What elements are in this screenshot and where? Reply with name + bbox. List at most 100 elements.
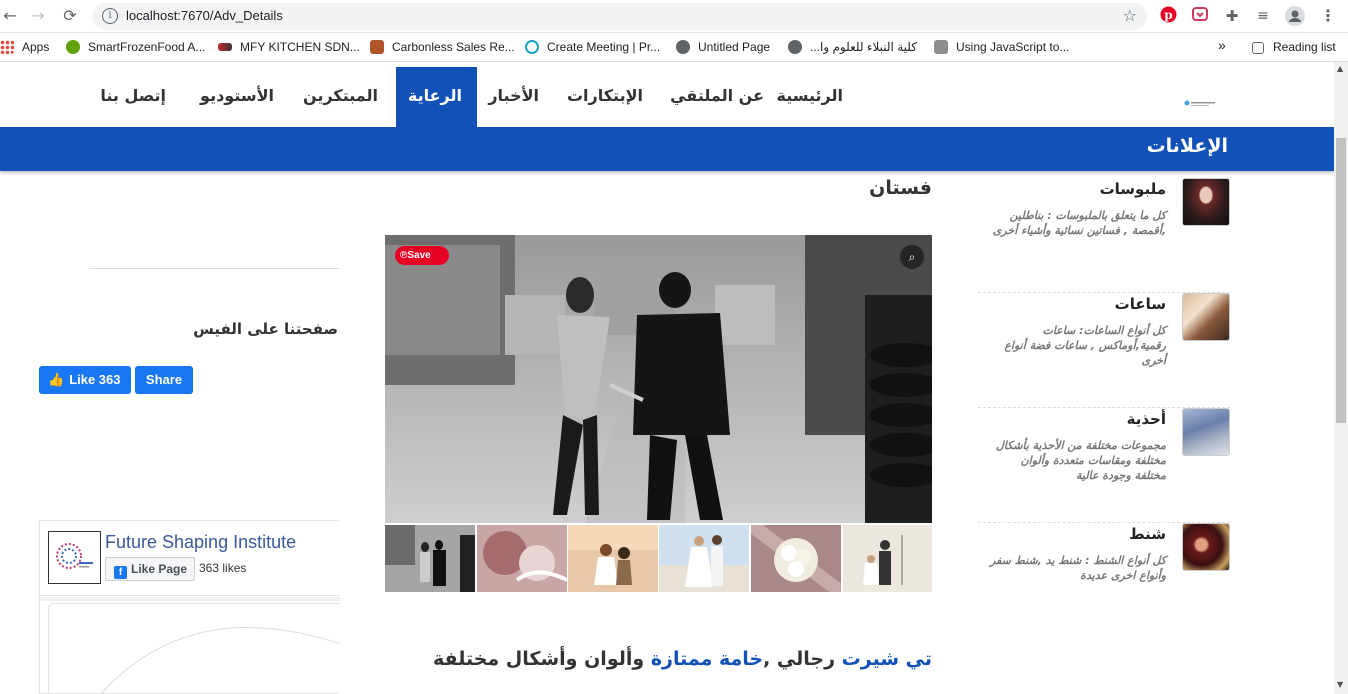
category-thumbnail[interactable] — [1182, 293, 1230, 341]
back-arrow-icon[interactable]: ← — [0, 6, 20, 26]
nav-about[interactable]: عن الملتقي — [655, 67, 779, 127]
desc-part: تي شيرت — [841, 648, 932, 670]
section-title: الإعلانات — [1146, 135, 1228, 157]
like-page-label: Like Page — [131, 562, 188, 576]
scroll-thumb[interactable] — [1336, 138, 1346, 423]
category-description: مجموعات مختلفة من الأحذية بأشكال مختلفة … — [995, 439, 1166, 482]
thumbnail-2[interactable] — [477, 525, 567, 592]
pinterest-extension-icon[interactable]: p — [1158, 6, 1178, 26]
facebook-heading: صفحتنا على الفيس — [193, 320, 338, 338]
scroll-down-icon[interactable]: ▼ — [1337, 680, 1343, 689]
globe-icon — [676, 40, 690, 54]
plugin-divider — [40, 595, 340, 601]
thumbnail-4[interactable] — [659, 525, 749, 592]
product-main-image[interactable]: ℗Save ⌕ — [385, 235, 932, 523]
nav-innovations[interactable]: الإبتكارات — [552, 67, 658, 127]
bookmark-star-icon[interactable]: ☆ — [1123, 6, 1137, 25]
nav-contact[interactable]: إتصل بنا — [85, 67, 181, 127]
page-name-link[interactable]: Future Shaping Institute — [105, 532, 296, 553]
bookmark-create-meeting[interactable]: Create Meeting | Pr... — [525, 40, 660, 54]
bookmark-smartfrozenfood[interactable]: SmartFrozenFood A... — [66, 40, 205, 54]
thumbs-up-icon: 👍 — [48, 372, 65, 387]
plugin-timeline — [48, 603, 340, 694]
category-shoes[interactable]: أحذية مجموعات مختلفة من الأحذية بأشكال م… — [978, 408, 1230, 523]
product-description: تي شيرت رجالي ,خامة ممتازة وألوان وأشكال… — [433, 648, 932, 670]
page-viewport: الرئيسية عن الملتقي الإبتكارات الأخبار ا… — [0, 62, 1334, 694]
reload-icon[interactable]: ⟳ — [60, 6, 80, 26]
forward-arrow-icon[interactable]: → — [28, 6, 48, 26]
browser-toolbar: ← → ⟳ i localhost:7670/Adv_Details ☆ p ✚… — [0, 0, 1348, 33]
bookmark-apps[interactable]: Apps — [0, 40, 49, 54]
like-page-button[interactable]: f Like Page — [105, 557, 195, 581]
bookmark-label: Create Meeting | Pr... — [547, 40, 661, 54]
bookmark-label: SmartFrozenFood A... — [88, 40, 206, 54]
extensions-puzzle-icon[interactable]: ✚ — [1222, 6, 1242, 26]
thumbnail-5[interactable] — [751, 525, 841, 592]
browser-menu-icon[interactable]: ⋮ — [1318, 6, 1338, 26]
category-description: كل أنواع الشنط : شنط يد ,شنط سفر وأنواع … — [990, 554, 1166, 582]
category-clothing[interactable]: ملبوسات كل ما يتعلق بالملبوسات : بناطلين… — [978, 178, 1230, 293]
site-navigation: الرئيسية عن الملتقي الإبتكارات الأخبار ا… — [0, 67, 1334, 127]
category-watches[interactable]: ساعات كل أنواع الساعات: ساعات رقمية,أوما… — [978, 293, 1230, 408]
bookmark-label: Carbonless Sales Re... — [392, 40, 515, 54]
site-logo[interactable] — [1184, 95, 1216, 107]
thumbnail-6[interactable] — [843, 525, 932, 592]
pinterest-save-button[interactable]: ℗Save — [395, 246, 449, 265]
bookmark-mfy-kitchen[interactable]: MFY KITCHEN SDN... — [218, 40, 360, 54]
globe-green-icon — [66, 40, 80, 54]
desc-part: خامة ممتازة — [650, 648, 764, 670]
bookmark-label: MFY KITCHEN SDN... — [240, 40, 360, 54]
nav-studio[interactable]: الأستوديو — [185, 67, 289, 127]
apps-grid-icon — [0, 40, 14, 54]
thumbnail-3[interactable] — [568, 525, 658, 592]
profile-avatar-icon[interactable] — [1285, 6, 1305, 26]
nav-sponsorship[interactable]: الرعاية — [396, 67, 477, 127]
category-description: كل ما يتعلق بالملبوسات : بناطلين ,أقمصة … — [992, 209, 1166, 237]
category-description: كل أنواع الساعات: ساعات رقمية,أوماكس , س… — [1004, 324, 1166, 367]
category-thumbnail[interactable] — [1182, 523, 1230, 571]
page-scrollbar[interactable]: ▲ ▼ — [1334, 62, 1348, 694]
mfy-logo-icon — [218, 43, 232, 51]
bookmark-label: Apps — [22, 40, 50, 54]
reading-list-button[interactable]: Reading list — [1252, 40, 1336, 54]
category-title[interactable]: أحذية — [1127, 410, 1166, 428]
desc-part: رجالي , — [763, 648, 842, 670]
desc-part: وألوان وأشكال مختلفة — [433, 648, 651, 670]
category-thumbnail[interactable] — [1182, 178, 1230, 226]
facebook-f-icon: f — [114, 566, 127, 579]
category-title[interactable]: ملبوسات — [1100, 180, 1166, 198]
url-text: localhost:7670/Adv_Details — [126, 8, 283, 23]
globe-icon — [788, 40, 802, 54]
pocket-extension-icon[interactable] — [1190, 6, 1210, 26]
bookmark-carbonless[interactable]: Carbonless Sales Re... — [370, 40, 515, 54]
category-bags[interactable]: شنط كل أنواع الشنط : شنط يد ,شنط سفر وأن… — [978, 523, 1230, 638]
scroll-up-icon[interactable]: ▲ — [1337, 64, 1343, 73]
product-title: فستان — [869, 177, 932, 199]
nav-news[interactable]: الأخبار — [473, 67, 554, 127]
bookmarks-overflow-button[interactable]: » — [1218, 37, 1226, 53]
bookmark-label: كلية النبلاء للعلوم وا... — [810, 40, 917, 54]
reading-list-label: Reading list — [1273, 40, 1336, 54]
address-bar[interactable]: i localhost:7670/Adv_Details ☆ — [92, 3, 1147, 30]
bookmark-label: Untitled Page — [698, 40, 771, 54]
site-info-icon[interactable]: i — [102, 8, 118, 24]
bookmark-untitled-page[interactable]: Untitled Page — [676, 40, 770, 54]
page-likes-count: 363 likes — [199, 561, 247, 575]
facebook-page-plugin: Future Shaping Institute f Like Page 363 … — [39, 520, 340, 694]
thumbnail-1[interactable] — [385, 525, 475, 592]
bookmarks-bar: Apps SmartFrozenFood A... MFY KITCHEN SD… — [0, 33, 1348, 62]
meeting-icon — [525, 40, 539, 54]
bookmark-nobalaa-college[interactable]: كلية النبلاء للعلوم وا... — [788, 40, 917, 54]
nav-innovators[interactable]: المبتكرين — [288, 67, 393, 127]
facebook-share-button[interactable]: Share — [135, 366, 193, 394]
page-logo[interactable] — [48, 531, 101, 584]
facebook-like-button[interactable]: 👍 Like 363 — [39, 366, 131, 394]
bookmark-using-javascript[interactable]: Using JavaScript to... — [934, 40, 1069, 54]
product-thumbnails — [385, 525, 932, 592]
category-title[interactable]: شنط — [1129, 525, 1166, 543]
category-thumbnail[interactable] — [1182, 408, 1230, 456]
media-control-icon[interactable]: ≡ — [1253, 6, 1273, 26]
category-title[interactable]: ساعات — [1115, 295, 1166, 313]
ads-section-header: الإعلانات — [0, 127, 1334, 171]
visual-search-icon[interactable]: ⌕ — [900, 245, 924, 269]
